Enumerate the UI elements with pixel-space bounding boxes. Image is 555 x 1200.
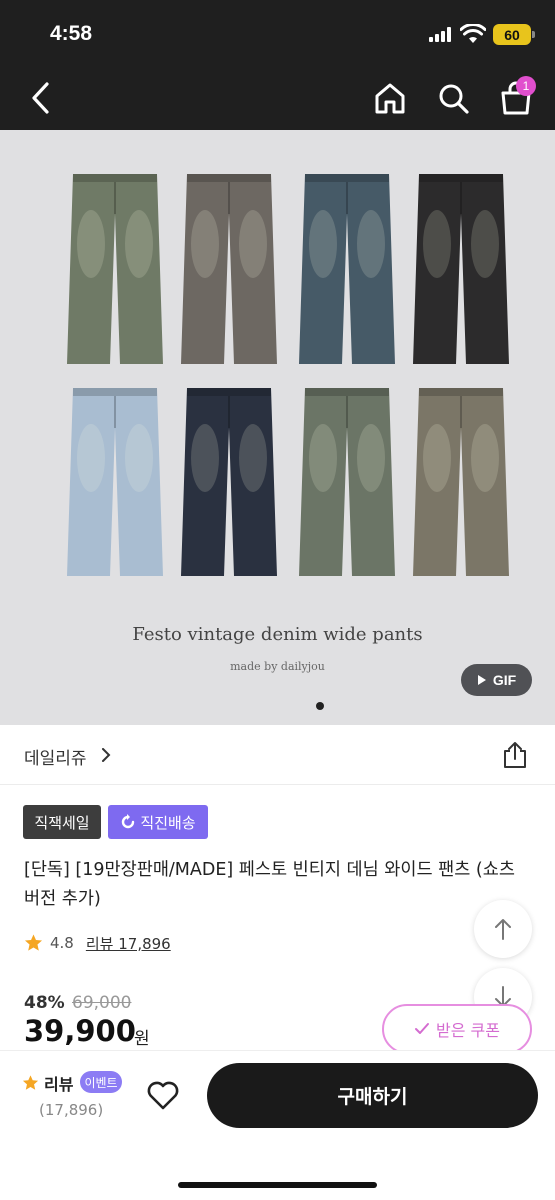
battery-nub (532, 31, 535, 38)
rating-row[interactable]: 4.8 리뷰 17,896 (24, 933, 171, 953)
rating-score: 4.8 (50, 934, 74, 952)
discount-rate: 48% (24, 993, 65, 1013)
store-name[interactable]: 데일리쥬 (24, 744, 87, 769)
chevron-left-icon (32, 82, 49, 114)
original-price: 69,000 (72, 993, 132, 1013)
review-label[interactable]: 리뷰 (44, 1071, 73, 1095)
product-title: [단독] [19만장판매/MADE] 페스토 빈티지 데님 와이드 팬츠 (쇼츠… (24, 860, 515, 909)
buy-button[interactable]: 구매하기 (207, 1063, 538, 1128)
sale-tag: 직잭세일 (23, 805, 101, 839)
scroll-top-button[interactable] (474, 900, 532, 958)
jeans-item (181, 174, 277, 364)
star-icon (24, 934, 43, 951)
jeans-item (181, 388, 277, 576)
coupon-label: 받은 쿠폰 (436, 1021, 500, 1040)
chevron-right-icon (102, 748, 111, 762)
jeans-illustration (67, 174, 509, 576)
gif-label: GIF (492, 672, 517, 688)
share-icon[interactable] (502, 741, 528, 769)
arrow-up-icon (495, 919, 511, 940)
status-time: 4:58 (50, 22, 93, 45)
star-icon (22, 1075, 39, 1090)
jeans-item (299, 388, 395, 576)
review-link[interactable]: 리뷰 17,896 (86, 933, 171, 954)
direct-shipping-label: 직진배송 (140, 813, 196, 832)
bottom-action-bar: 리뷰 이벤트 (17,896) 구매하기 (0, 1050, 555, 1200)
app-header: 4:58 60 1 (0, 0, 555, 130)
home-indicator (178, 1182, 377, 1188)
jeans-item (413, 388, 509, 576)
sale-price: 39,900 (24, 1014, 136, 1048)
refresh-icon (122, 814, 135, 829)
wifi-icon (460, 24, 486, 43)
heart-icon[interactable] (146, 1079, 180, 1111)
back-button[interactable] (24, 78, 56, 118)
product-image-title: Festo vintage denim wide pants (132, 624, 423, 645)
battery-indicator: 60 (493, 24, 531, 45)
carousel-page-indicator (316, 702, 324, 710)
check-icon (415, 1023, 430, 1034)
direct-shipping-tag: 직진배송 (108, 805, 208, 839)
currency-unit: 원 (134, 1029, 150, 1049)
cart-count-badge: 1 (516, 76, 536, 96)
review-count: (17,896) (39, 1101, 104, 1119)
jeans-item (299, 174, 395, 364)
product-image-carousel[interactable]: Festo vintage denim wide pants made by d… (0, 130, 555, 725)
coupon-button[interactable]: 받은 쿠폰 (382, 1004, 532, 1054)
gif-button[interactable]: GIF (461, 664, 532, 696)
jeans-item (413, 174, 509, 364)
event-badge: 이벤트 (80, 1071, 122, 1093)
search-icon[interactable] (435, 80, 471, 116)
cellular-signal-icon (429, 26, 455, 42)
store-row[interactable]: 데일리쥬 (0, 725, 555, 785)
jeans-item (67, 388, 163, 576)
home-icon[interactable] (372, 80, 408, 116)
jeans-item (67, 174, 163, 364)
play-icon (477, 675, 486, 685)
